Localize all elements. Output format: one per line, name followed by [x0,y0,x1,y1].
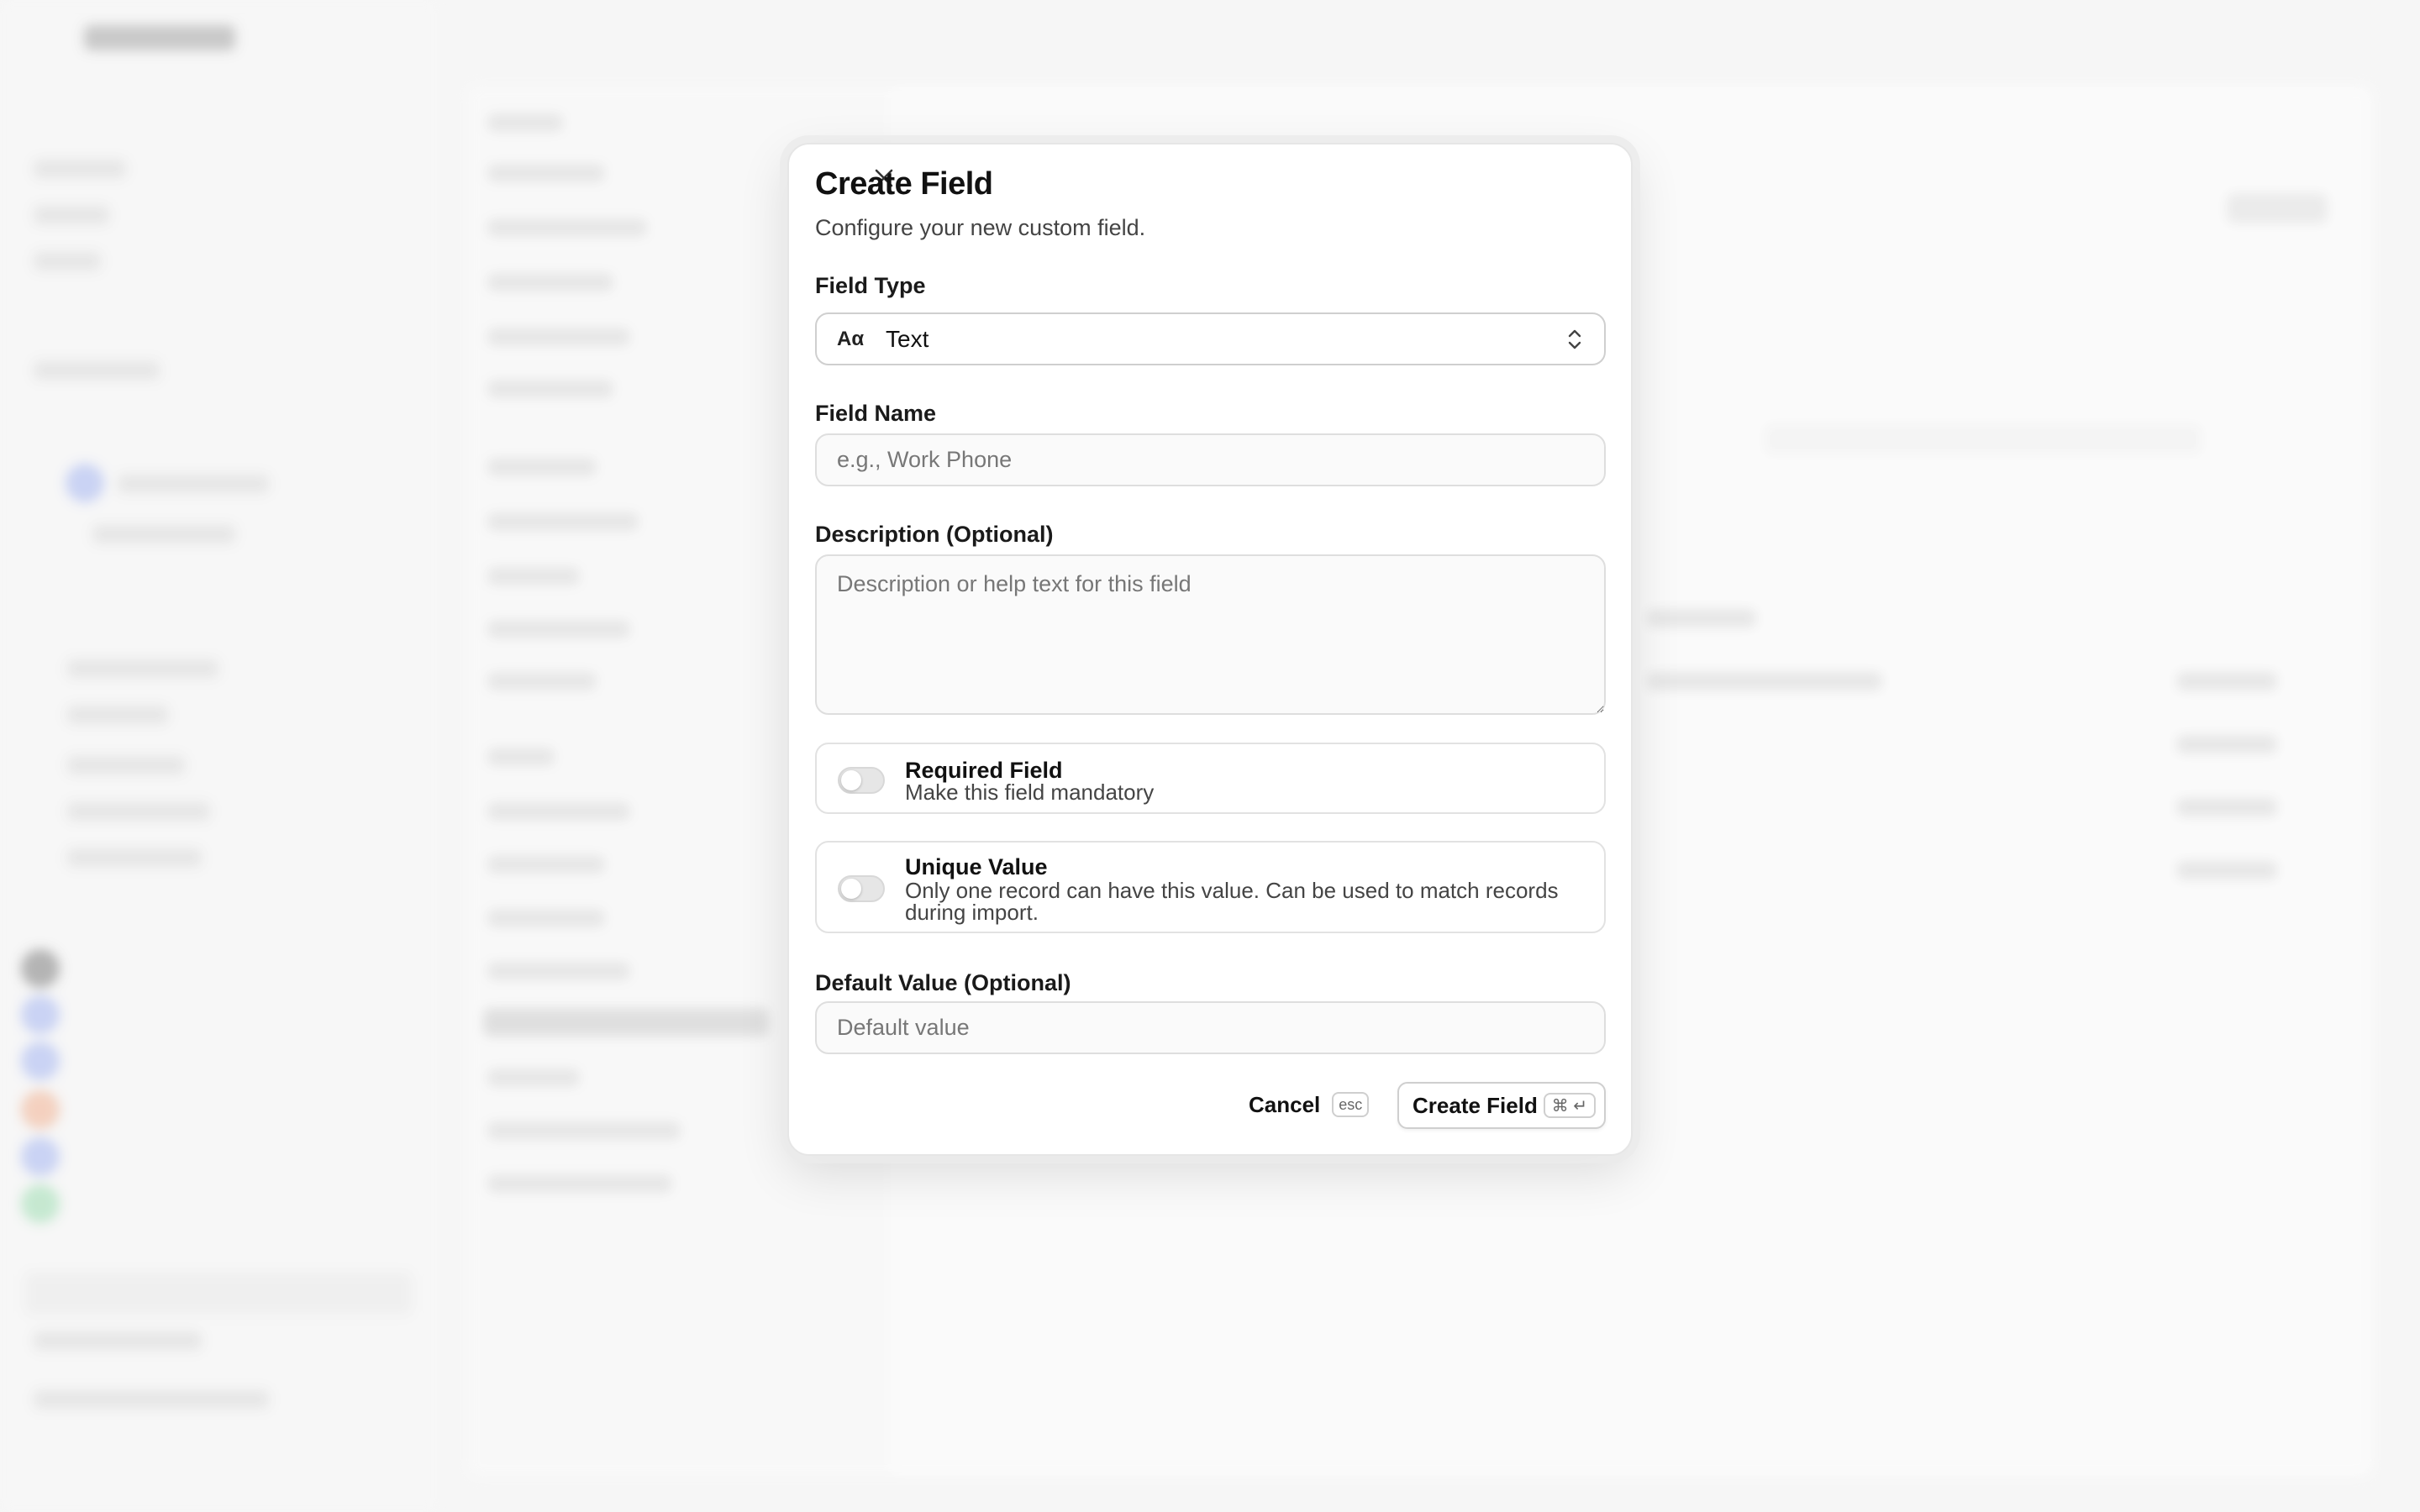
required-field-toggle[interactable] [838,767,885,794]
field-type-value: Text [886,325,929,352]
field-type-select[interactable]: Aα Text [815,312,1606,365]
toggle-knob [841,879,861,899]
default-value-input[interactable] [815,1001,1606,1054]
field-name-label: Field Name [815,401,937,426]
unique-value-card: Unique Value Only one record can have th… [815,841,1606,933]
description-textarea[interactable] [815,554,1606,715]
esc-shortcut-badge: esc [1332,1092,1370,1117]
description-label: Description (Optional) [815,522,1054,547]
field-type-label: Field Type [815,273,926,298]
chevron-up-down-icon [1565,327,1584,352]
unique-value-title: Unique Value [905,854,1048,879]
unique-value-toggle[interactable] [838,875,885,902]
cancel-label: Cancel [1249,1091,1321,1117]
default-value-label: Default Value (Optional) [815,970,1071,995]
dialog-subtitle: Configure your new custom field. [815,215,1146,240]
required-field-card: Required Field Make this field mandatory [815,743,1606,814]
required-field-description: Make this field mandatory [905,780,1155,805]
toggle-knob [841,770,861,790]
dialog-title: Create Field [815,166,993,202]
create-field-button[interactable]: Create Field ⌘ ↵ [1397,1082,1606,1129]
create-field-label: Create Field [1413,1092,1538,1118]
field-name-input[interactable] [815,433,1606,486]
cmd-enter-shortcut-badge: ⌘ ↵ [1543,1093,1596,1118]
text-type-icon: Aα [837,327,865,350]
cancel-button[interactable]: Cancel esc [1244,1084,1374,1126]
unique-value-description: Only one record can have this value. Can… [905,878,1559,925]
